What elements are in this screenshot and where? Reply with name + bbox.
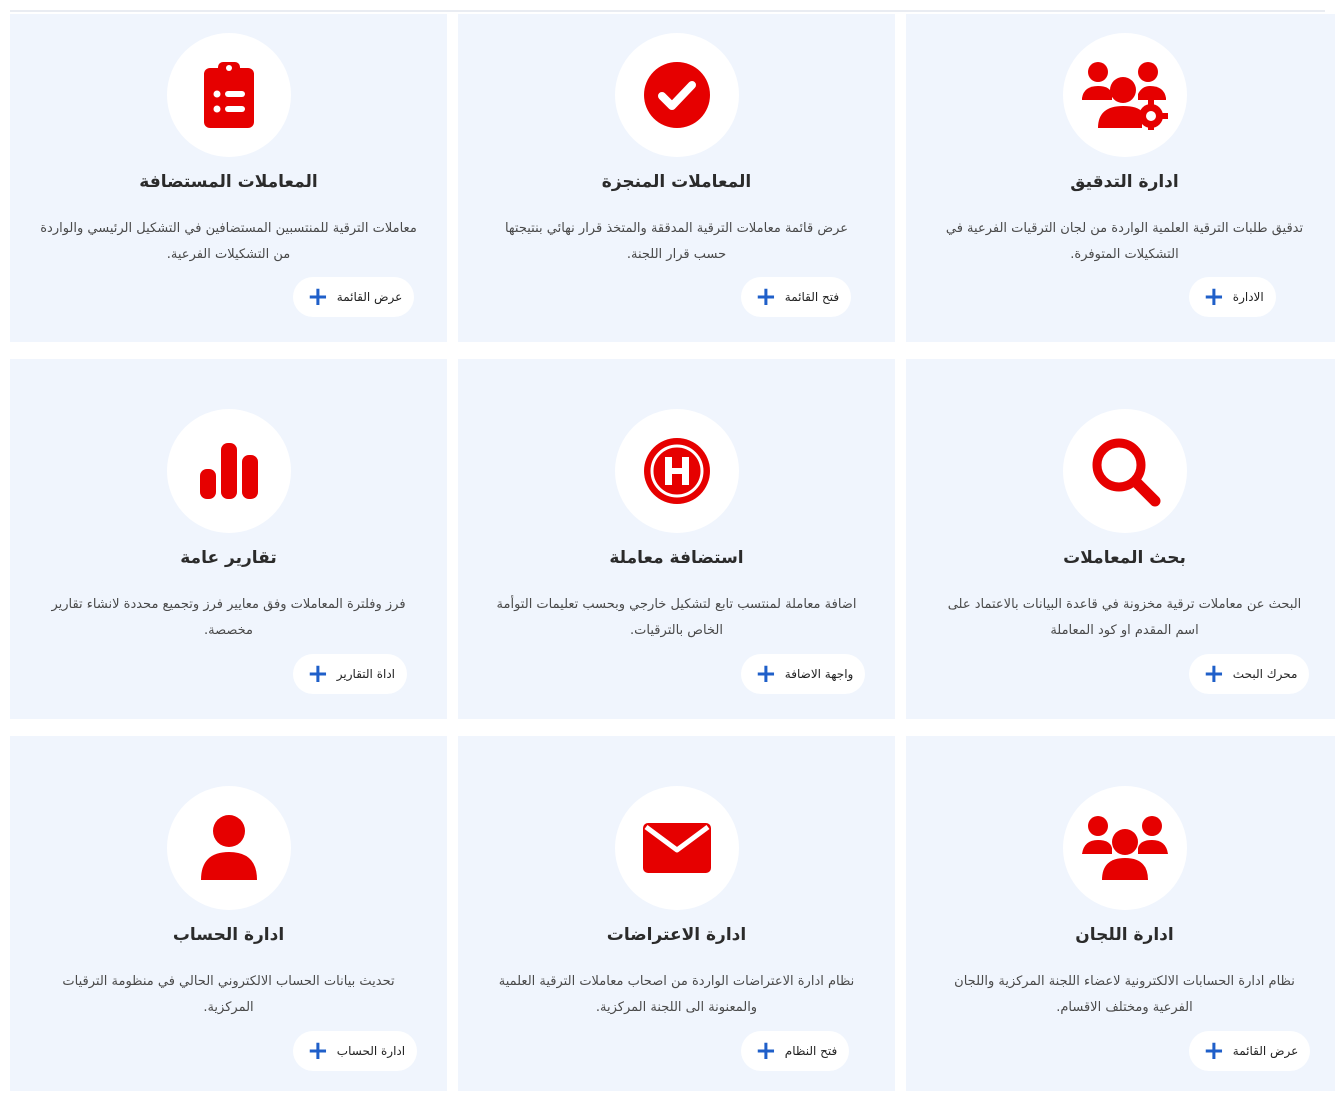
card-icon-circle	[166, 786, 291, 910]
card-icon-circle	[166, 33, 291, 157]
reports-tool-button[interactable]: اداة التقارير +	[293, 654, 408, 694]
open-completed-list-button[interactable]: فتح القائمة +	[741, 277, 852, 317]
card-icon-circle	[614, 409, 739, 533]
button-label: عرض القائمة	[1232, 1044, 1299, 1058]
button-label: فتح القائمة	[784, 290, 840, 304]
card-title: ادارة الحساب	[172, 925, 285, 945]
plus-icon: +	[755, 282, 777, 312]
plus-icon: +	[755, 1036, 777, 1066]
open-system-button[interactable]: فتح النظام +	[741, 1031, 850, 1071]
card-description: نظام ادارة الاعتراضات الواردة من اصحاب م…	[498, 974, 855, 1015]
top-divider	[10, 10, 1325, 12]
audit-management-button[interactable]: الادارة +	[1189, 277, 1276, 317]
plus-icon: +	[307, 659, 329, 689]
view-committees-list-button[interactable]: عرض القائمة +	[1189, 1031, 1311, 1071]
search-icon	[1092, 438, 1160, 507]
card-account-management: ادارة الحساب تحديث بيانات الحساب الالكتر…	[10, 736, 447, 1091]
envelope-icon	[642, 823, 711, 873]
plus-icon: +	[755, 659, 777, 689]
card-title: المعاملات المستضافة	[139, 172, 318, 192]
card-icon-circle	[614, 786, 739, 910]
card-hosted-transactions: المعاملات المستضافة معاملات الترقية للمن…	[10, 14, 447, 342]
account-management-button[interactable]: ادارة الحساب +	[293, 1031, 418, 1071]
card-title: ادارة الاعتراضات	[606, 925, 747, 945]
button-label: ادارة الحساب	[336, 1044, 406, 1058]
button-label: واجهة الاضافة	[784, 667, 854, 681]
card-icon-circle	[166, 409, 291, 533]
plus-icon: +	[1203, 659, 1225, 689]
view-hosted-list-button[interactable]: عرض القائمة +	[293, 277, 415, 317]
users-gear-icon	[1081, 62, 1168, 130]
user-icon	[200, 815, 257, 880]
card-search-transactions: بحث المعاملات البحث عن معاملات ترقية مخز…	[906, 359, 1335, 719]
button-label: الادارة	[1232, 290, 1264, 304]
card-description: نظام ادارة الحسابات الالكترونية لاعضاء ا…	[954, 974, 1295, 1015]
card-title: استضافة معاملة	[609, 548, 744, 568]
card-icon-circle	[1062, 409, 1187, 533]
card-title: تقارير عامة	[180, 548, 277, 568]
services-grid: ادارة التدقيق تدقيق طلبات الترقية العلمي…	[10, 14, 1335, 1091]
card-title: ادارة اللجان	[1075, 925, 1174, 945]
button-label: اداة التقارير	[336, 667, 396, 681]
plus-icon: +	[1203, 1036, 1225, 1066]
users-icon	[1081, 816, 1168, 880]
plus-icon: +	[307, 282, 329, 312]
card-description: تدقيق طلبات الترقية العلمية الواردة من ل…	[945, 221, 1304, 262]
card-title: ادارة التدقيق	[1070, 172, 1179, 192]
bar-chart-icon	[199, 443, 258, 499]
card-committees-management: ادارة اللجان نظام ادارة الحسابات الالكتر…	[906, 736, 1335, 1091]
card-description: اضافة معاملة لمنتسب تابع لتشكيل خارجي وب…	[496, 597, 857, 638]
card-title: بحث المعاملات	[1063, 548, 1186, 568]
card-title: المعاملات المنجزة	[601, 172, 752, 192]
card-description: عرض قائمة معاملات الترقية المدققة والمتخ…	[504, 221, 849, 262]
plus-icon: +	[1203, 282, 1225, 312]
card-description: فرز وفلترة المعاملات وفق معايير فرز وتجم…	[51, 597, 406, 638]
card-description: تحديث بيانات الحساب الالكتروني الحالي في…	[62, 974, 395, 1015]
card-objections-management: ادارة الاعتراضات نظام ادارة الاعتراضات ا…	[458, 736, 895, 1091]
card-icon-circle	[614, 33, 739, 157]
button-label: فتح النظام	[784, 1044, 838, 1058]
hospital-h-icon	[643, 438, 710, 504]
add-interface-button[interactable]: واجهة الاضافة +	[741, 654, 866, 694]
card-host-transaction: استضافة معاملة اضافة معاملة لمنتسب تابع …	[458, 359, 895, 719]
plus-icon: +	[307, 1036, 329, 1066]
card-general-reports: تقارير عامة فرز وفلترة المعاملات وفق معا…	[10, 359, 447, 719]
card-completed-transactions: المعاملات المنجزة عرض قائمة معاملات التر…	[458, 14, 895, 342]
check-circle-icon	[643, 62, 710, 128]
clipboard-list-icon	[203, 62, 254, 128]
card-description: معاملات الترقية للمنتسبين المستضافين في …	[40, 221, 417, 262]
card-icon-circle	[1062, 786, 1187, 910]
card-icon-circle	[1062, 33, 1187, 157]
card-audit-management: ادارة التدقيق تدقيق طلبات الترقية العلمي…	[906, 14, 1335, 342]
button-label: محرك البحث	[1232, 667, 1298, 681]
card-description: البحث عن معاملات ترقية مخزونة في قاعدة ا…	[947, 597, 1302, 638]
button-label: عرض القائمة	[336, 290, 403, 304]
search-engine-button[interactable]: محرك البحث +	[1189, 654, 1310, 694]
